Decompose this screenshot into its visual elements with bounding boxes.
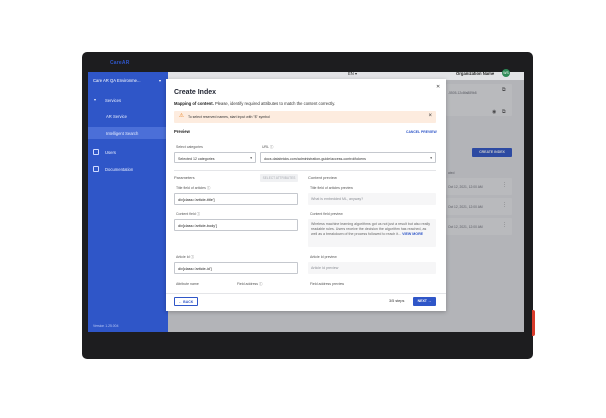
sidebar-item-label: Services	[105, 97, 122, 103]
organization-name[interactable]: Organization Name	[456, 71, 494, 76]
field-caption-text: Title field of articles	[176, 186, 206, 190]
article-id-input[interactable]: div[class='article-id']	[174, 262, 298, 274]
step-counter: 3/5 steps	[389, 299, 405, 303]
sidebar-item-ar-service[interactable]: AR Service	[88, 110, 168, 122]
sidebar-item-label: Intelligent Search	[106, 130, 139, 136]
footer-divider	[166, 293, 446, 294]
help-icon[interactable]: ⓘ	[207, 186, 211, 190]
field-caption-text: Content field	[176, 212, 196, 216]
categories-select[interactable]: Selected 12 categories ▾	[174, 152, 256, 163]
field-caption: Article Id ⓘ	[176, 255, 194, 260]
url-value: docs.databricks.com/administration-guide…	[264, 156, 366, 161]
help-icon[interactable]: ⓘ	[191, 255, 195, 259]
sidebar-item-label: Users	[105, 149, 116, 155]
environment-select[interactable]: Care AR QA Environme... ▾	[93, 78, 163, 86]
sidebar-item-label: Documentation	[105, 166, 134, 172]
sidebar: Care AR QA Environme... ▾ ▾ Services AR …	[88, 72, 168, 332]
help-icon[interactable]: ⓘ	[259, 282, 263, 286]
content-field-input[interactable]: div[class='article-body']	[174, 219, 298, 231]
help-icon[interactable]: ⓘ	[197, 212, 201, 216]
preview-caption: Article Id preview	[310, 255, 337, 259]
title-preview: What is embedded ML, anyway?	[308, 193, 436, 205]
chevron-down-icon: ▾	[250, 156, 252, 160]
tablet-side-button	[532, 310, 535, 336]
next-label: NEXT	[417, 299, 427, 303]
article-id-preview: Article Id preview	[308, 262, 436, 274]
help-icon[interactable]: ⓘ	[270, 145, 274, 149]
view-more-link[interactable]: VIEW MORE	[402, 232, 423, 236]
close-icon[interactable]: ✕	[436, 84, 440, 90]
parameters-heading: Parameters	[174, 175, 195, 180]
url-caption: URL ⓘ	[262, 145, 273, 150]
subtitle-text: Please, identify required attributes to …	[213, 101, 336, 106]
info-alert: ⚠ To select reserved names, start input …	[174, 111, 436, 123]
cancel-preview-button[interactable]: CANCEL PREVIEW	[406, 130, 437, 134]
back-button[interactable]: ← BACK	[174, 297, 198, 306]
preview-caption: Field address preview	[310, 282, 345, 286]
sidebar-item-documentation[interactable]: Documentation	[88, 163, 168, 175]
url-caption-text: URL	[262, 145, 269, 149]
modal-subtitle: Mapping of content. Please, identify req…	[174, 101, 335, 106]
users-icon	[93, 149, 99, 155]
section-divider	[174, 170, 436, 171]
content-preview: Wireless machine learning algorithms got…	[308, 219, 436, 247]
field-address-caption: Field address ⓘ	[237, 282, 263, 287]
next-button[interactable]: NEXT →	[413, 297, 436, 306]
avatar[interactable]: WS	[502, 69, 510, 77]
app-logo: CareAR	[110, 60, 130, 66]
close-icon[interactable]: ×	[428, 113, 432, 119]
document-icon	[93, 166, 99, 172]
language-label: EN	[348, 71, 354, 76]
field-address-caption-text: Field address	[237, 282, 259, 286]
modal-title: Create Index	[174, 89, 217, 96]
preview-caption: Title field of articles preview	[310, 186, 353, 190]
alert-text: To select reserved names, start input wi…	[188, 115, 270, 119]
preview-heading: Preview	[174, 129, 190, 134]
preview-caption: Content field preview	[310, 212, 343, 216]
sidebar-item-label: AR Service	[106, 113, 127, 119]
language-select[interactable]: EN ▾	[348, 71, 357, 76]
subtitle-bold: Mapping of content.	[174, 101, 214, 106]
sidebar-item-intelligent-search[interactable]: Intelligent Search	[88, 127, 168, 139]
sidebar-item-users[interactable]: Users	[88, 146, 168, 158]
field-caption: Content field ⓘ	[176, 212, 200, 217]
categories-caption: Select categories	[176, 145, 203, 149]
environment-label: Care AR QA Environme...	[93, 78, 141, 83]
warning-icon: ⚠	[179, 113, 184, 119]
title-field-input[interactable]: div[class='article-title']	[174, 193, 298, 205]
chevron-down-icon: ▾	[430, 156, 432, 160]
chevron-down-icon: ▾	[158, 78, 161, 83]
back-label: BACK	[183, 300, 194, 304]
field-caption: Title field of articles ⓘ	[176, 186, 210, 191]
attribute-name-caption: Attribute name	[176, 282, 199, 286]
categories-value: Selected 12 categories	[178, 156, 215, 161]
url-select[interactable]: docs.databricks.com/administration-guide…	[260, 152, 436, 163]
app-version: Version 1.25.004	[93, 324, 119, 328]
chevron-down-icon: ▾	[94, 97, 97, 102]
select-attributes-button[interactable]: SELECT ATTRIBUTES	[260, 174, 298, 182]
field-caption-text: Article Id	[176, 255, 190, 259]
content-preview-heading: Content preview	[308, 175, 337, 180]
sidebar-item-services[interactable]: ▾ Services	[88, 94, 168, 106]
